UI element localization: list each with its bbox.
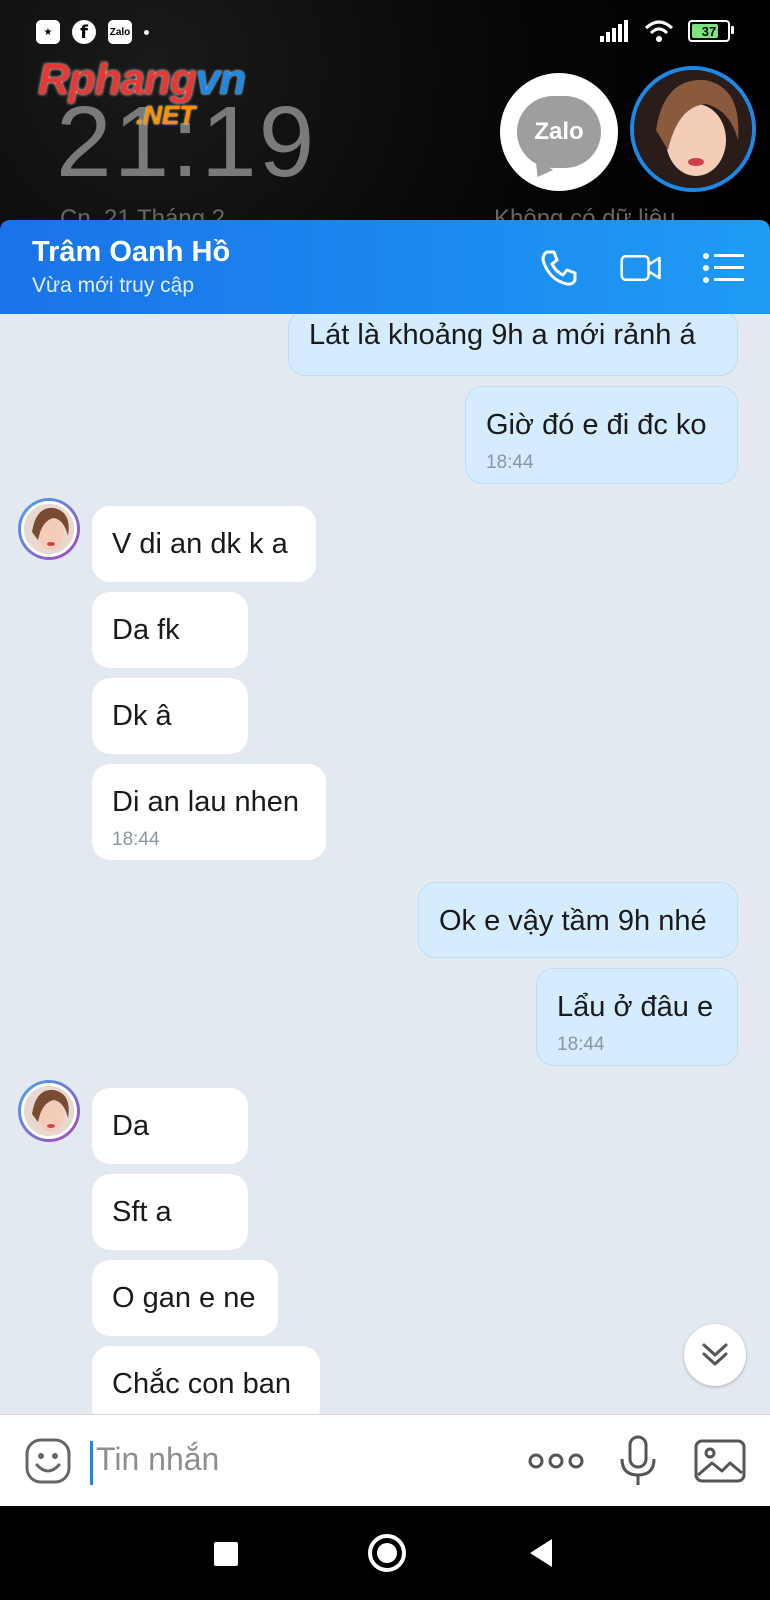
smiley-sticker-icon <box>25 1438 71 1484</box>
message-input[interactable]: Tin nhắn <box>96 1441 219 1478</box>
avatar-photo-icon <box>24 1086 74 1136</box>
watermark-net: .NET <box>136 100 196 130</box>
notification-dot <box>144 29 149 35</box>
message-bubble[interactable]: Giờ đó e đi đc ko 18:44 <box>465 386 738 484</box>
status-bar-right: 37 <box>600 20 734 42</box>
contact-avatar[interactable] <box>18 498 80 560</box>
message-bubble[interactable]: Da <box>92 1088 248 1164</box>
battery-level: 37 <box>701 23 717 39</box>
send-image-button[interactable] <box>694 1439 746 1483</box>
list-menu-icon <box>703 253 744 283</box>
status-bar-left: ★ f Zalo <box>36 20 149 44</box>
message-bubble[interactable]: Ok e vậy tầm 9h nhé <box>418 882 738 958</box>
message-bubble[interactable]: Chắc con ban <box>92 1346 320 1414</box>
battery-indicator: 37 <box>688 20 734 42</box>
wifi-icon <box>644 20 674 42</box>
video-camera-icon <box>620 254 661 282</box>
message-bubble[interactable]: Dk â <box>92 678 248 754</box>
more-options-button[interactable] <box>528 1447 584 1475</box>
sticker-button[interactable] <box>24 1437 72 1485</box>
scroll-to-bottom-button[interactable] <box>684 1324 746 1386</box>
contact-name[interactable]: Trâm Oanh Hồ <box>32 236 230 269</box>
message-time: 18:44 <box>486 452 534 473</box>
star-app-icon: ★ <box>36 20 60 44</box>
more-dots-icon <box>528 1453 584 1469</box>
voice-message-button[interactable] <box>618 1435 658 1487</box>
contact-avatar[interactable] <box>18 1080 80 1142</box>
contact-status: Vừa mới truy cập <box>32 274 195 297</box>
message-bubble[interactable]: Lát là khoảng 9h a mới rảnh á <box>288 314 738 376</box>
recents-button[interactable] <box>214 1542 238 1566</box>
contact-chat-head[interactable] <box>630 66 756 192</box>
text-cursor <box>90 1441 93 1485</box>
header-actions <box>538 248 744 288</box>
zalo-logo: Zalo <box>517 96 601 168</box>
double-chevron-down-icon <box>702 1343 728 1366</box>
system-navigation-bar <box>0 1506 770 1600</box>
zalo-chat-head[interactable]: Zalo <box>500 73 618 191</box>
message-bubble[interactable]: V di an dk k a <box>92 506 316 582</box>
menu-button[interactable] <box>702 248 744 288</box>
chat-header: Trâm Oanh Hồ Vừa mới truy cập <box>0 220 770 314</box>
microphone-icon <box>620 1435 656 1485</box>
message-time: 18:44 <box>112 829 160 850</box>
image-icon <box>694 1439 746 1483</box>
zalo-icon: Zalo <box>108 20 132 44</box>
call-button[interactable] <box>538 248 580 288</box>
signal-icon <box>600 20 628 42</box>
message-list[interactable]: Lát là khoảng 9h a mới rảnh á Giờ đó e đ… <box>0 314 770 1414</box>
video-call-button[interactable] <box>620 248 662 288</box>
home-button[interactable] <box>368 1534 406 1572</box>
message-bubble[interactable]: Di an lau nhen 18:44 <box>92 764 326 860</box>
facebook-icon: f <box>72 20 96 44</box>
message-bubble[interactable]: O gan e ne <box>92 1260 278 1336</box>
message-composer: Tin nhắn <box>0 1414 770 1507</box>
avatar-photo-icon <box>24 504 74 554</box>
message-bubble[interactable]: Da fk <box>92 592 248 668</box>
back-button[interactable] <box>530 1539 552 1567</box>
avatar-photo-icon <box>634 70 752 188</box>
message-time: 18:44 <box>557 1034 605 1055</box>
phone-icon <box>541 250 577 286</box>
message-bubble[interactable]: Sft a <box>92 1174 248 1250</box>
message-bubble[interactable]: Lẩu ở đâu e 18:44 <box>536 968 738 1066</box>
